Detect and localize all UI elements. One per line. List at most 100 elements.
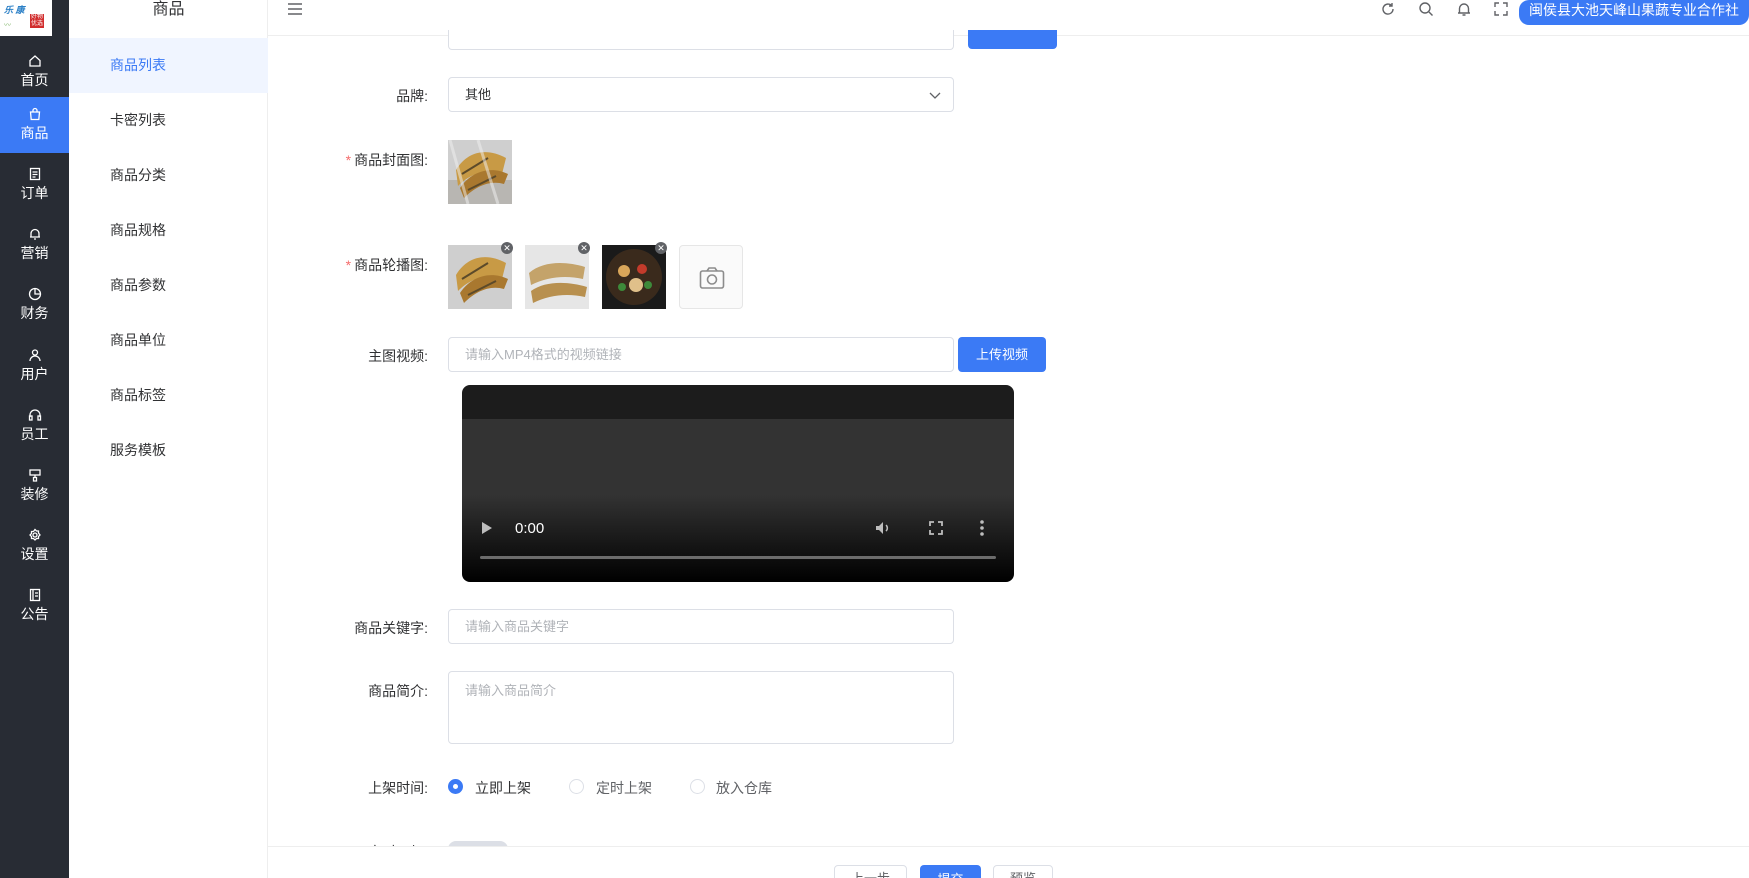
video-time: 0:00 [515, 520, 545, 537]
carousel-image-3[interactable] [602, 245, 666, 309]
nav-item-home[interactable]: 首页 [0, 44, 69, 100]
cover-image[interactable] [448, 140, 512, 204]
brand-select[interactable]: 其他 [448, 77, 954, 112]
shop-name-badge[interactable]: 闽侯县大池天峰山果蔬专业合作社 [1519, 0, 1749, 25]
submenu-item-category[interactable]: 商品分类 [69, 148, 268, 203]
bell-icon[interactable] [1456, 1, 1472, 17]
required-mark: * [345, 257, 352, 273]
brush-icon [28, 469, 41, 482]
bell-icon [29, 228, 40, 240]
goods-submenu: 商品 商品列表 卡密列表 商品分类 商品规格 商品参数 商品单位 商品标签 服务… [69, 0, 268, 878]
gear-icon [28, 528, 41, 541]
upload-video-button[interactable]: 上传视频 [958, 337, 1046, 372]
form-footer: 上一步 提交 预览 [268, 846, 1749, 878]
nav-item-label: 首页 [20, 72, 49, 88]
radio-shelf-scheduled[interactable] [569, 779, 584, 794]
nav-item-label: 订单 [20, 185, 49, 201]
fullscreen-icon[interactable] [928, 520, 944, 536]
brand-label: 品牌: [396, 88, 428, 104]
fish-image [448, 245, 512, 309]
volume-icon[interactable] [874, 519, 892, 537]
submenu-item-params[interactable]: 商品参数 [69, 258, 268, 313]
app-root: 乐 康 好物 优选 〰 首页 商品 订单 营销 财务 用户 员工 装修 设置 公… [0, 0, 1749, 878]
menu-collapse-icon[interactable] [287, 2, 303, 16]
nav-item-label: 用户 [20, 366, 49, 382]
submenu-item-card-list[interactable]: 卡密列表 [69, 93, 268, 148]
user-icon [28, 349, 41, 362]
submenu-item-service-template[interactable]: 服务模板 [69, 423, 268, 478]
nav-item-goods[interactable]: 商品 [0, 97, 69, 153]
video-progress-bar[interactable] [480, 556, 996, 559]
shelf-label: 上架时间: [368, 780, 428, 796]
required-mark: * [345, 152, 352, 168]
notice-icon [29, 588, 40, 602]
prev-step-button[interactable]: 上一步 [834, 865, 907, 878]
brand-select-value: 其他 [465, 87, 492, 102]
remove-image-icon[interactable]: ✕ [578, 242, 590, 254]
nav-item-settings[interactable]: 设置 [0, 518, 69, 574]
logo-badge: 好物 优选 [30, 14, 44, 28]
upload-image-button[interactable] [679, 245, 743, 309]
partial-button[interactable] [968, 30, 1057, 49]
nav-item-users[interactable]: 用户 [0, 338, 69, 394]
partial-input[interactable] [448, 30, 954, 50]
radio-shelf-now-label[interactable]: 立即上架 [475, 778, 531, 798]
carousel-label: * 商品轮播图: [308, 255, 428, 275]
fish-image [525, 245, 589, 309]
nav-item-label: 装修 [20, 486, 49, 502]
carousel-image-2[interactable] [525, 245, 589, 309]
logo[interactable]: 乐 康 好物 优选 〰 [0, 0, 52, 36]
radio-shelf-warehouse-label[interactable]: 放入仓库 [716, 778, 772, 798]
headset-icon [28, 409, 41, 421]
nav-item-label: 商品 [20, 125, 49, 141]
camera-icon [699, 267, 725, 289]
submenu-item-goods-list[interactable]: 商品列表 [69, 38, 268, 93]
video-url-input[interactable]: 请输入MP4格式的视频链接 [448, 337, 954, 372]
video-player[interactable]: 0:00 [462, 385, 1014, 582]
nav-item-staff[interactable]: 员工 [0, 398, 69, 454]
remove-image-icon[interactable]: ✕ [655, 242, 667, 254]
nav-item-label: 公告 [20, 606, 49, 622]
logo-text: 乐 康 [4, 5, 25, 15]
submenu-item-unit[interactable]: 商品单位 [69, 313, 268, 368]
nav-item-label: 营销 [20, 245, 49, 261]
fullscreen-icon[interactable] [1493, 1, 1509, 17]
refresh-icon[interactable] [1380, 1, 1396, 17]
nav-item-marketing[interactable]: 营销 [0, 217, 69, 273]
radio-shelf-scheduled-label[interactable]: 定时上架 [596, 778, 652, 798]
remove-image-icon[interactable]: ✕ [501, 242, 513, 254]
fish-image [448, 140, 512, 204]
video-label: 主图视频: [368, 348, 428, 364]
nav-item-decoration[interactable]: 装修 [0, 458, 69, 514]
logo-mark: 〰 [4, 22, 11, 29]
main-sidebar: 乐 康 好物 优选 〰 首页 商品 订单 营销 财务 用户 员工 装修 设置 公… [0, 0, 69, 878]
search-icon[interactable] [1418, 1, 1434, 17]
nav-item-notice[interactable]: 公告 [0, 578, 69, 634]
more-options-icon[interactable] [980, 519, 984, 537]
nav-item-orders[interactable]: 订单 [0, 157, 69, 213]
submenu-item-spec[interactable]: 商品规格 [69, 203, 268, 258]
carousel-label-text: 商品轮播图: [354, 257, 428, 273]
play-icon[interactable] [481, 521, 493, 535]
keyword-label: 商品关键字: [354, 620, 428, 636]
order-icon [29, 167, 40, 181]
nav-item-label: 员工 [20, 426, 49, 442]
nav-item-label: 财务 [20, 305, 49, 321]
keyword-input[interactable]: 请输入商品关键字 [448, 609, 954, 644]
radio-shelf-now[interactable] [448, 779, 463, 794]
submit-button[interactable]: 提交 [920, 865, 981, 878]
home-icon [28, 55, 41, 67]
carousel-image-1[interactable] [448, 245, 512, 309]
chevron-down-icon [929, 92, 941, 99]
nav-item-finance[interactable]: 财务 [0, 277, 69, 333]
dish-image [602, 245, 666, 309]
cover-label: * 商品封面图: [308, 150, 428, 170]
intro-textarea[interactable]: 请输入商品简介 [448, 671, 954, 744]
cover-label-text: 商品封面图: [354, 152, 428, 168]
pie-icon [28, 287, 41, 301]
intro-label: 商品简介: [368, 683, 428, 699]
radio-shelf-warehouse[interactable] [690, 779, 705, 794]
submenu-title: 商品 [152, 1, 185, 18]
preview-button[interactable]: 预览 [993, 865, 1053, 878]
submenu-item-tags[interactable]: 商品标签 [69, 368, 268, 423]
